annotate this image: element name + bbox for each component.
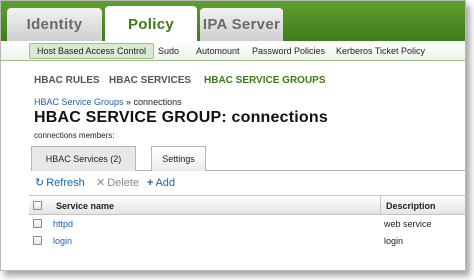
- row-checkbox[interactable]: [33, 236, 42, 245]
- breadcrumb-link-hbac-service-groups[interactable]: HBAC Service Groups: [34, 97, 124, 107]
- delete-label: Delete: [107, 177, 140, 189]
- service-name-cell: login: [53, 236, 72, 246]
- delete-button[interactable]: ✕ Delete: [96, 177, 139, 189]
- services-table: Service name Description httpd web servi…: [29, 195, 465, 249]
- members-label: connections members:: [34, 131, 115, 140]
- table-header: Service name Description: [29, 195, 465, 215]
- add-button[interactable]: + Add: [147, 177, 175, 189]
- description-cell: login: [384, 236, 404, 246]
- tab-policy[interactable]: Policy: [105, 6, 197, 42]
- subnav-kerberos-ticket-policy[interactable]: Kerberos Ticket Policy: [336, 46, 425, 56]
- row-checkbox[interactable]: [33, 219, 42, 228]
- table-row: httpd web service: [29, 215, 465, 232]
- breadcrumb-current: connections: [133, 97, 182, 107]
- description-cell: web service: [384, 219, 432, 229]
- subnav-sudo[interactable]: Sudo: [158, 46, 179, 56]
- plus-icon: +: [147, 176, 154, 189]
- service-link-login[interactable]: login: [53, 236, 72, 246]
- select-all-checkbox[interactable]: [33, 201, 42, 210]
- column-header-description[interactable]: Description: [386, 201, 436, 211]
- top-navigation: Identity Policy IPA Server: [1, 1, 465, 42]
- page-title: HBAC SERVICE GROUP: connections: [34, 109, 328, 126]
- subnav-host-based-access-control[interactable]: Host Based Access Control: [29, 43, 155, 59]
- facet-tabs: HBAC Services (2) Settings: [31, 146, 465, 171]
- section-tab-hbac-service-groups[interactable]: HBAC SERVICE GROUPS: [204, 75, 326, 86]
- column-header-service-name[interactable]: Service name: [56, 201, 114, 211]
- section-tab-hbac-services[interactable]: HBAC SERVICES: [109, 75, 191, 86]
- facet-tab-settings[interactable]: Settings: [151, 146, 206, 171]
- add-label: Add: [155, 177, 176, 189]
- breadcrumb: HBAC Service Groups » connections: [34, 97, 182, 107]
- delete-x-icon: ✕: [96, 176, 106, 189]
- service-name-cell: httpd: [53, 219, 73, 229]
- subnav-automount[interactable]: Automount: [196, 46, 240, 56]
- service-link-httpd[interactable]: httpd: [53, 219, 73, 229]
- refresh-label: Refresh: [46, 177, 85, 189]
- column-divider: [380, 196, 381, 214]
- tab-identity[interactable]: Identity: [7, 8, 102, 41]
- browser-frame: Identity Policy IPA Server Host Based Ac…: [0, 0, 466, 271]
- refresh-button[interactable]: ↻ Refresh: [35, 177, 85, 189]
- facet-tab-hbac-services[interactable]: HBAC Services (2): [31, 146, 136, 171]
- refresh-icon: ↻: [35, 176, 45, 189]
- sub-navigation: Host Based Access Control Sudo Automount…: [1, 41, 465, 61]
- section-tab-hbac-rules[interactable]: HBAC RULES: [34, 75, 100, 86]
- table-row: login login: [29, 232, 465, 249]
- tab-ipa-server[interactable]: IPA Server: [200, 8, 283, 41]
- subnav-password-policies[interactable]: Password Policies: [252, 46, 325, 56]
- breadcrumb-separator: »: [123, 97, 134, 107]
